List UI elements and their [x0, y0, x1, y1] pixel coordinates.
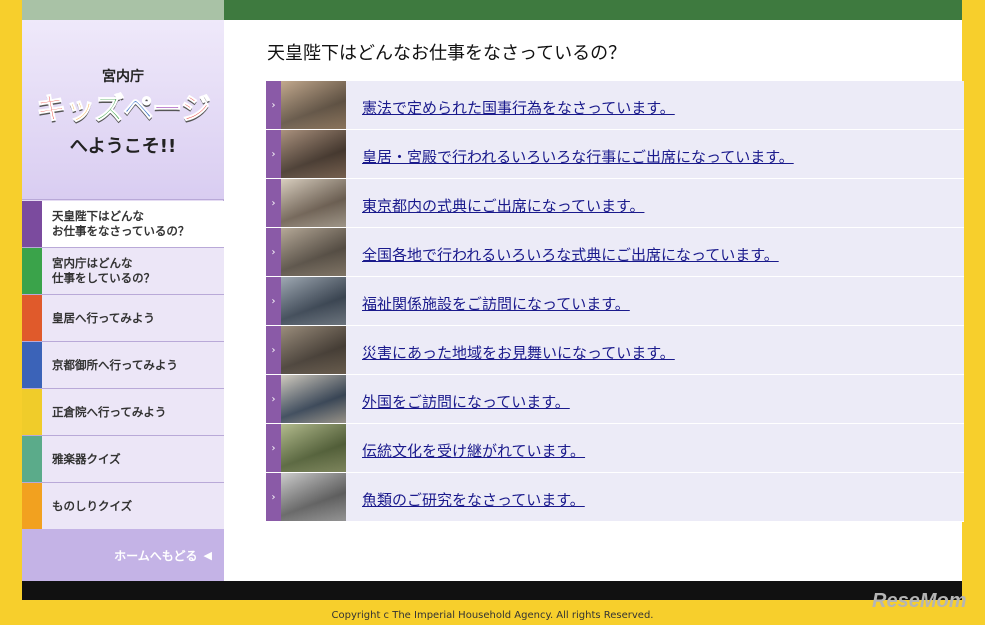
- sidebar-nav-label: 宮内庁はどんな 仕事をしているの？: [52, 256, 156, 285]
- sidebar-nav-label: 京都御所へ行ってみよう: [52, 357, 178, 372]
- sidebar-nav-label: ものしりクイズ: [52, 498, 133, 513]
- duty-list-item[interactable]: › 福祉関係施設をご訪問になっています。: [266, 277, 964, 326]
- logo-title: キッズページ: [22, 84, 224, 128]
- nav-color-bar: [22, 342, 42, 388]
- duty-thumbnail[interactable]: [281, 228, 346, 276]
- watermark-logo: ReseMom: [872, 590, 967, 612]
- logo-org: 宮内庁: [102, 69, 144, 85]
- sidebar-nav-label: 皇居へ行ってみよう: [52, 310, 155, 325]
- logo-welcome: へようこそ!!: [69, 136, 177, 157]
- duty-list-item[interactable]: › 憲法で定められた国事行為をなさっています。: [266, 81, 964, 130]
- duty-list-item[interactable]: › 外国をご訪問になっています。: [266, 375, 964, 424]
- sidebar: 宮内庁 キッズページ へようこそ!! 天皇陛下はどんな お仕事をなさっているの？…: [22, 20, 224, 581]
- sidebar-nav-item[interactable]: 皇居へ行ってみよう: [22, 295, 224, 342]
- sidebar-nav-item[interactable]: 京都御所へ行ってみよう: [22, 342, 224, 389]
- duty-list: › 憲法で定められた国事行為をなさっています。 › 皇居・宮殿で行われるいろいろな行事…: [266, 81, 964, 522]
- chevron-right-icon: ›: [266, 424, 281, 472]
- duty-list-item[interactable]: › 魚類のご研究をなさっています。: [266, 473, 964, 522]
- duty-link[interactable]: 魚類のご研究をなさっています。: [346, 473, 585, 521]
- sidebar-nav-item[interactable]: 雅楽器クイズ: [22, 436, 224, 483]
- duty-link[interactable]: 東京都内の式典にご出席になっています。: [346, 179, 644, 227]
- duty-thumbnail[interactable]: [281, 473, 346, 521]
- kids-page-logo[interactable]: 宮内庁 キッズページ へようこそ!!: [22, 20, 224, 200]
- logo-char: ズ: [94, 92, 125, 128]
- logo-char: ペ: [123, 92, 154, 128]
- duty-link[interactable]: 憲法で定められた国事行為をなさっています。: [346, 81, 675, 129]
- sidebar-nav-label: 雅楽器クイズ: [52, 451, 121, 466]
- home-link[interactable]: ホームへもどる ◀: [22, 529, 224, 581]
- page-title: 天皇陛下はどんなお仕事をなさっているの？: [267, 43, 627, 64]
- duty-thumbnail[interactable]: [281, 179, 346, 227]
- top-strip-left: [22, 0, 224, 20]
- arrow-left-icon: ◀: [203, 548, 212, 562]
- chevron-right-icon: ›: [266, 228, 281, 276]
- duty-link[interactable]: 外国をご訪問になっています。: [346, 375, 570, 423]
- duty-thumbnail[interactable]: [281, 81, 346, 129]
- nav-color-bar: [22, 248, 42, 294]
- logo-char: キ: [36, 92, 67, 128]
- copyright: Copyright c The Imperial Household Agenc…: [331, 610, 654, 621]
- sidebar-nav: 天皇陛下はどんな お仕事をなさっているの？ 宮内庁はどんな 仕事をしているの？ 皇居…: [22, 201, 224, 530]
- nav-color-bar: [22, 295, 42, 341]
- duty-thumbnail[interactable]: [281, 424, 346, 472]
- duty-list-item[interactable]: › 全国各地で行われるいろいろな式典にご出席になっています。: [266, 228, 964, 277]
- duty-thumbnail[interactable]: [281, 277, 346, 325]
- duty-list-item[interactable]: › 皇居・宮殿で行われるいろいろな行事にご出席になっています。: [266, 130, 964, 179]
- chevron-right-icon: ›: [266, 277, 281, 325]
- sidebar-nav-label: 天皇陛下はどんな お仕事をなさっているの？: [52, 209, 190, 238]
- chevron-right-icon: ›: [266, 473, 281, 521]
- chevron-right-icon: ›: [266, 81, 281, 129]
- duty-thumbnail[interactable]: [281, 326, 346, 374]
- sidebar-nav-item[interactable]: ものしりクイズ: [22, 483, 224, 530]
- duty-list-item[interactable]: › 災害にあった地域をお見舞いになっています。: [266, 326, 964, 375]
- duty-list-item[interactable]: › 伝統文化を受け継がれています。: [266, 424, 964, 473]
- logo-char: ッ: [65, 92, 96, 128]
- nav-color-bar: [22, 483, 42, 529]
- sidebar-nav-item[interactable]: 正倉院へ行ってみよう: [22, 389, 224, 436]
- chevron-right-icon: ›: [266, 326, 281, 374]
- duty-link[interactable]: 伝統文化を受け継がれています。: [346, 424, 585, 472]
- duty-list-item[interactable]: › 東京都内の式典にご出席になっています。: [266, 179, 964, 228]
- chevron-right-icon: ›: [266, 375, 281, 423]
- duty-thumbnail[interactable]: [281, 375, 346, 423]
- sidebar-nav-label: 正倉院へ行ってみよう: [52, 404, 167, 419]
- page-frame: 宮内庁 キッズページ へようこそ!! 天皇陛下はどんな お仕事をなさっているの？…: [22, 0, 964, 600]
- nav-color-bar: [22, 201, 42, 247]
- top-strip-right: [224, 0, 962, 20]
- home-link-label: ホームへもどる: [114, 548, 198, 563]
- sidebar-nav-item[interactable]: 天皇陛下はどんな お仕事をなさっているの？: [22, 201, 224, 248]
- logo-char: ジ: [180, 92, 211, 128]
- sidebar-nav-item[interactable]: 宮内庁はどんな 仕事をしているの？: [22, 248, 224, 295]
- duty-thumbnail[interactable]: [281, 130, 346, 178]
- duty-link[interactable]: 皇居・宮殿で行われるいろいろな行事にご出席になっています。: [346, 130, 794, 178]
- duty-link[interactable]: 全国各地で行われるいろいろな式典にご出席になっています。: [346, 228, 779, 276]
- duty-link[interactable]: 福祉関係施設をご訪問になっています。: [346, 277, 630, 325]
- duty-link[interactable]: 災害にあった地域をお見舞いになっています。: [346, 326, 675, 374]
- nav-color-bar: [22, 436, 42, 482]
- logo-char: ー: [152, 92, 182, 128]
- nav-color-bar: [22, 389, 42, 435]
- footer-bar: [22, 581, 962, 600]
- chevron-right-icon: ›: [266, 179, 281, 227]
- chevron-right-icon: ›: [266, 130, 281, 178]
